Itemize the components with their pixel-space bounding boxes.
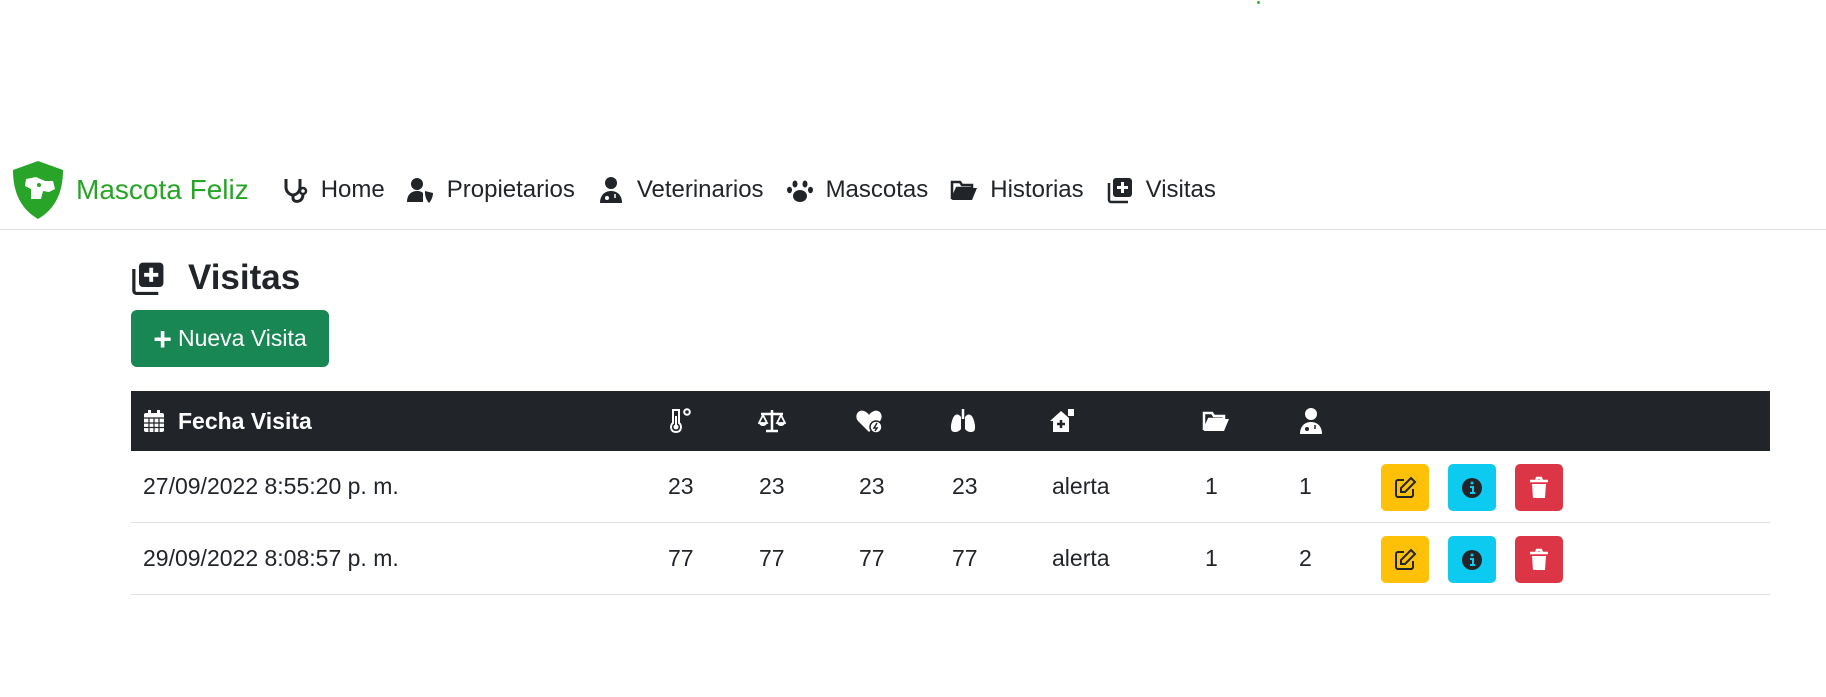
- brand-name: Mascota Feliz: [76, 173, 249, 205]
- header-temperatura: [665, 407, 693, 435]
- nav-label: Mascotas: [825, 175, 929, 203]
- scale-icon: [758, 410, 786, 433]
- info-button[interactable]: [1448, 536, 1496, 583]
- visits-table: Fecha Visita 27/09/2022 8:55:20 p. m. 23…: [131, 391, 1770, 595]
- cell-estado: alerta: [1052, 473, 1110, 499]
- cell-veterinario: 1: [1299, 473, 1312, 499]
- trash-icon: [1530, 548, 1548, 570]
- cell-peso: 23: [759, 473, 785, 499]
- info-button[interactable]: [1448, 464, 1496, 511]
- header-veterinario: [1297, 407, 1325, 435]
- header-historia: [1202, 407, 1230, 435]
- nav-item-veterinarios[interactable]: Veterinarios: [597, 176, 764, 204]
- cell-frecuencia-cardiaca: 77: [859, 545, 885, 571]
- lungs-icon: [950, 409, 976, 433]
- cell-frecuencia-respiratoria: 23: [952, 473, 978, 499]
- user-doctor-icon: [1300, 408, 1322, 434]
- paw-icon: [786, 180, 813, 202]
- cell-historia: 1: [1205, 473, 1218, 499]
- header-date-label: Fecha Visita: [178, 407, 312, 434]
- nav-item-propietarios[interactable]: Propietarios: [406, 175, 575, 204]
- pen-to-square-icon: [1395, 548, 1417, 570]
- edit-button[interactable]: [1381, 536, 1429, 583]
- cell-frecuencia-cardiaca: 23: [859, 473, 885, 499]
- calendar-icon: [144, 410, 164, 432]
- cell-fecha: 29/09/2022 8:08:57 p. m.: [143, 545, 399, 571]
- nav-label: Historias: [990, 175, 1084, 203]
- edit-button[interactable]: [1381, 464, 1429, 511]
- nav-item-visitas[interactable]: Visitas: [1106, 176, 1216, 204]
- trash-icon: [1530, 476, 1548, 498]
- nav-label: Propietarios: [446, 175, 575, 203]
- cell-temperatura: 23: [668, 473, 694, 499]
- user-doctor-icon: [599, 176, 622, 203]
- nav-label: Home: [320, 175, 385, 203]
- table-header: Fecha Visita: [131, 391, 1770, 451]
- pen-to-square-icon: [1395, 476, 1417, 498]
- stethoscope-icon: [284, 178, 307, 203]
- nav-item-home[interactable]: Home: [281, 176, 385, 204]
- page-title: Visitas: [188, 258, 301, 297]
- header-peso: [758, 407, 786, 435]
- header-frecuencia-cardiaca: [855, 407, 883, 435]
- cell-estado: alerta: [1052, 545, 1110, 571]
- cell-veterinario: 2: [1299, 545, 1312, 571]
- plus-icon: +: [153, 320, 172, 357]
- page-heading: Visitas: [130, 258, 300, 298]
- delete-button[interactable]: [1515, 536, 1563, 583]
- brand-link[interactable]: Mascota Feliz: [9, 159, 249, 221]
- heart-pulse-icon: [856, 410, 883, 434]
- nav-label: Visitas: [1145, 175, 1216, 203]
- new-visit-button[interactable]: + Nueva Visita: [131, 310, 329, 367]
- nav-item-mascotas[interactable]: Mascotas: [786, 175, 929, 204]
- table-row: 29/09/2022 8:08:57 p. m. 77 77 77 77 ale…: [131, 523, 1770, 595]
- cell-fecha: 27/09/2022 8:55:20 p. m.: [143, 473, 399, 499]
- decorative-dot: [1257, 1, 1260, 4]
- cell-frecuencia-respiratoria: 77: [952, 545, 978, 571]
- navbar: Mascota Feliz Home Propietarios Veterina…: [0, 150, 1826, 230]
- delete-button[interactable]: [1515, 464, 1563, 511]
- folder-open-icon: [1202, 411, 1229, 431]
- header-frecuencia-respiratoria: [949, 407, 977, 435]
- cell-historia: 1: [1205, 545, 1218, 571]
- circle-info-icon: [1462, 477, 1482, 498]
- header-estado: [1048, 407, 1076, 435]
- dog-shield-icon: [13, 160, 63, 219]
- notes-medical-icon: [1107, 177, 1132, 203]
- header-fecha-visita: Fecha Visita: [142, 408, 312, 435]
- table-row: 27/09/2022 8:55:20 p. m. 23 23 23 23 ale…: [131, 451, 1770, 523]
- folder-open-icon: [951, 180, 978, 200]
- cell-temperatura: 77: [668, 545, 694, 571]
- user-shield-icon: [406, 177, 433, 203]
- cell-peso: 77: [759, 545, 785, 571]
- nav-item-historias[interactable]: Historias: [950, 175, 1084, 204]
- temperature-icon: [670, 408, 691, 434]
- notes-medical-icon: [132, 262, 164, 296]
- circle-info-icon: [1462, 549, 1482, 570]
- nav-label: Veterinarios: [636, 175, 764, 203]
- new-visit-label: Nueva Visita: [177, 325, 307, 351]
- house-medical-icon: [1050, 409, 1074, 432]
